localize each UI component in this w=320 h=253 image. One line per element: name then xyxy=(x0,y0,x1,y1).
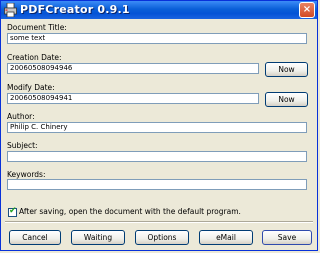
creation-date-now-button[interactable]: Now xyxy=(265,62,308,77)
checkmark-icon: ✔ xyxy=(9,206,17,216)
options-button[interactable]: Options xyxy=(135,230,189,245)
author-field[interactable]: Philip C. Chinery xyxy=(7,122,307,133)
title-bar[interactable]: PDFCreator 0.9.1 × xyxy=(1,1,317,19)
close-icon: × xyxy=(302,4,312,15)
cancel-button[interactable]: Cancel xyxy=(9,230,61,245)
email-button[interactable]: eMail xyxy=(199,230,253,245)
author-label: Author: xyxy=(7,112,35,121)
keywords-label: Keywords: xyxy=(7,170,46,179)
modify-date-label: Modify Date: xyxy=(7,83,55,92)
creation-date-field[interactable]: 20060508094946 xyxy=(7,63,259,74)
pdfcreator-window: PDFCreator 0.9.1 × Document Title: some … xyxy=(0,0,318,251)
modify-date-field[interactable]: 20060508094941 xyxy=(7,93,259,104)
window-title: PDFCreator 0.9.1 xyxy=(20,3,130,16)
creation-date-label: Creation Date: xyxy=(7,53,62,62)
save-button[interactable]: Save xyxy=(262,230,312,245)
document-title-field[interactable]: some text xyxy=(7,33,307,44)
modify-date-now-button[interactable]: Now xyxy=(265,92,308,107)
pdfcreator-printer-icon xyxy=(4,3,17,17)
open-after-saving-checkbox[interactable]: ✔ xyxy=(8,206,17,217)
subject-field[interactable] xyxy=(7,151,307,162)
keywords-field[interactable] xyxy=(7,179,307,190)
waiting-button[interactable]: Waiting xyxy=(71,230,125,245)
divider xyxy=(5,221,313,223)
subject-label: Subject: xyxy=(7,141,38,150)
close-button[interactable]: × xyxy=(299,2,315,18)
open-after-saving-label[interactable]: After saving, open the document with the… xyxy=(19,207,241,216)
document-title-label: Document Title: xyxy=(7,23,67,32)
